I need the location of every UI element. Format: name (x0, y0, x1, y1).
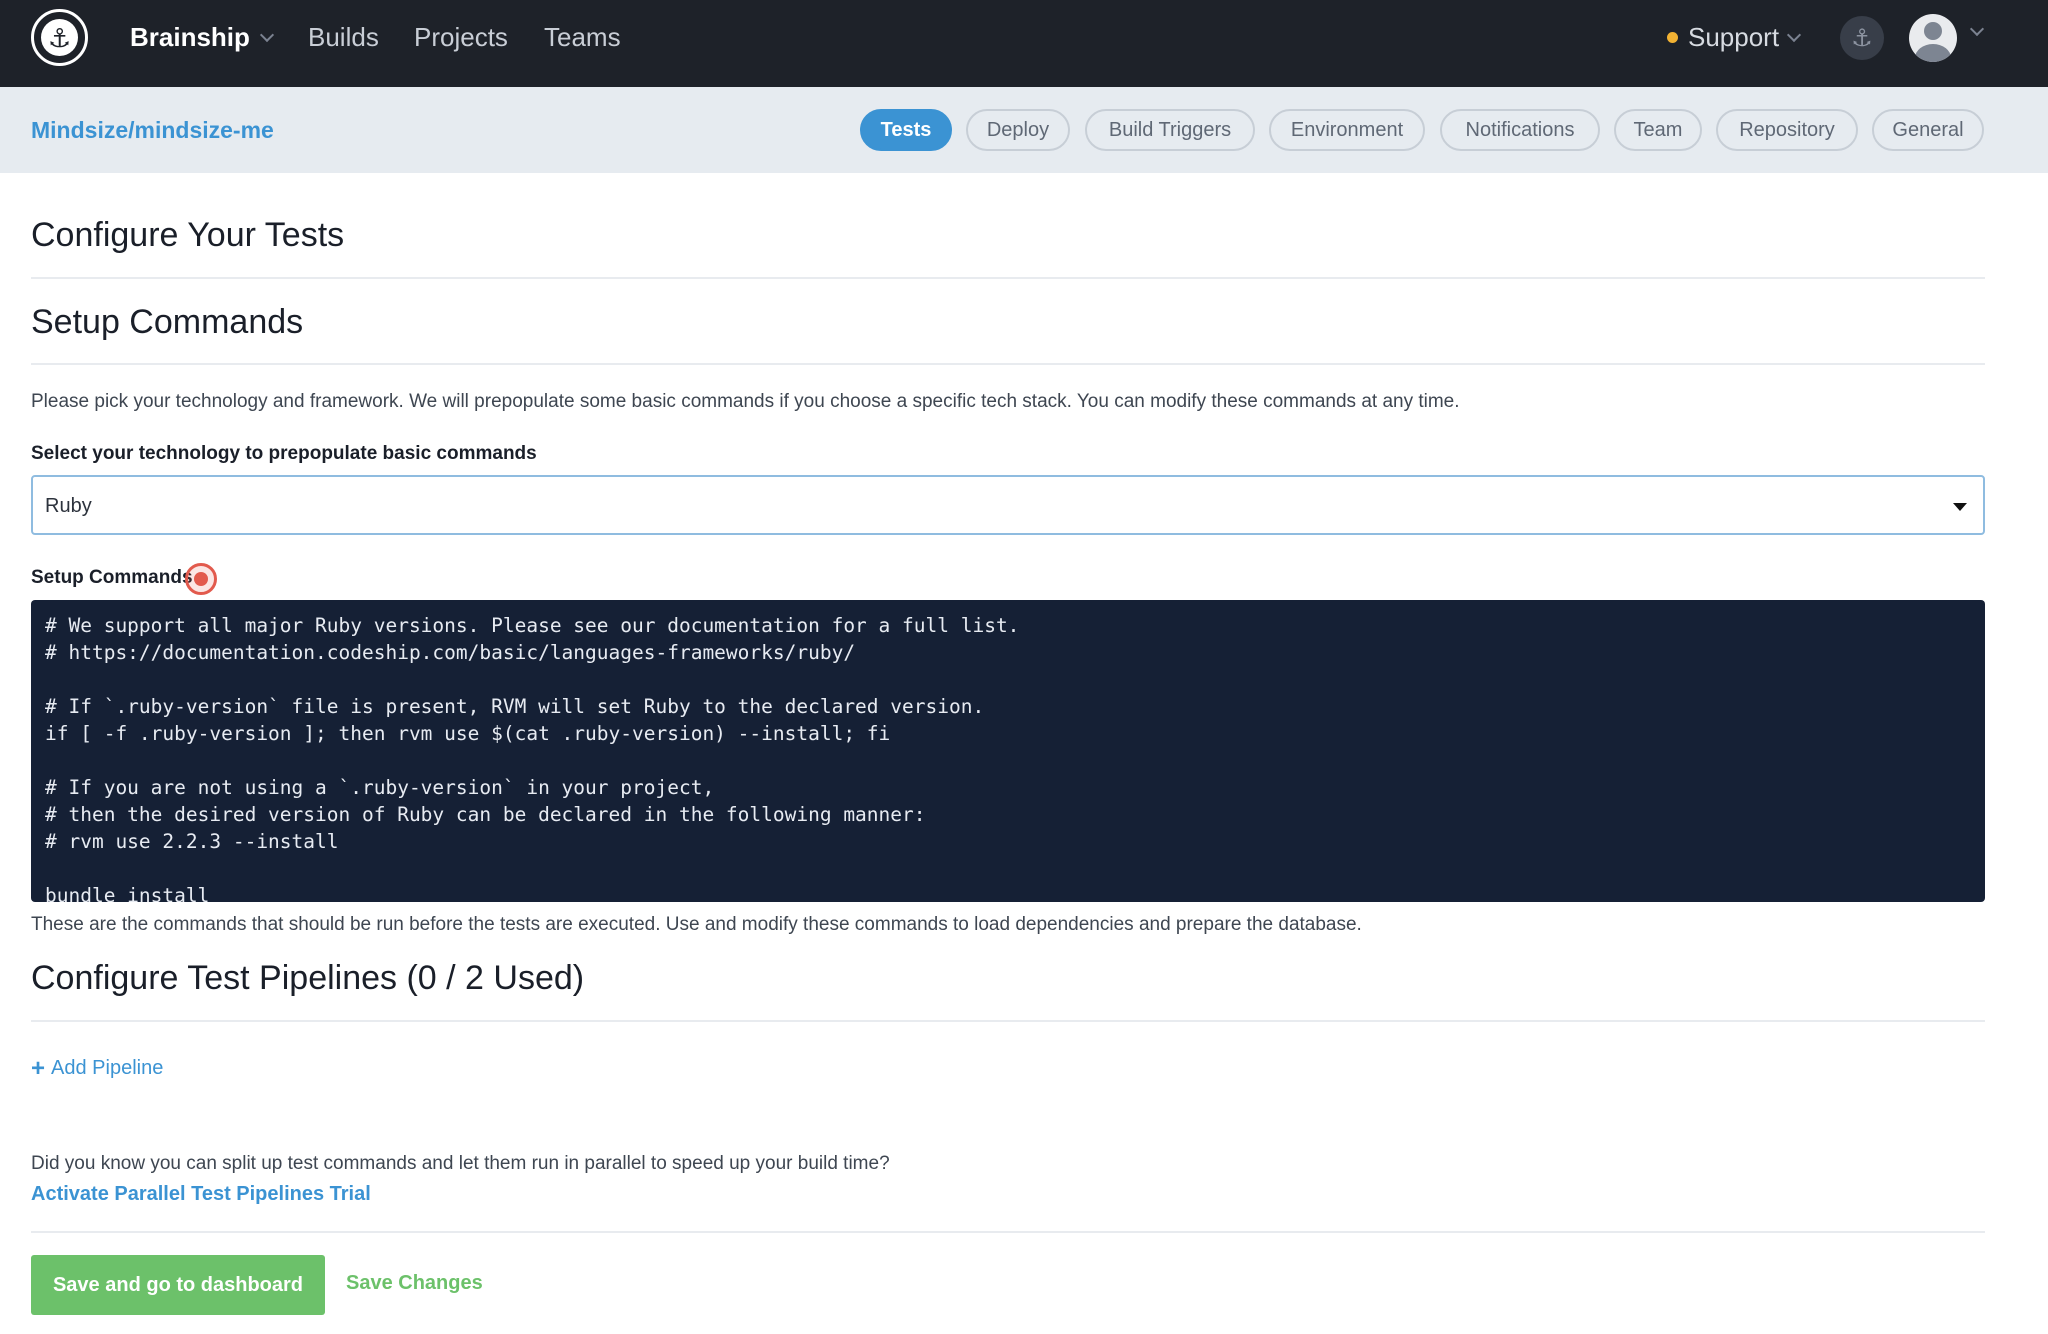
technology-select-value: Ruby (45, 495, 92, 517)
tab-environment[interactable]: Environment (1269, 109, 1425, 151)
technology-select-label: Select your technology to prepopulate ba… (31, 443, 537, 464)
setup-commands-help: These are the commands that should be ru… (31, 914, 1362, 935)
tab-tests[interactable]: Tests (860, 109, 952, 151)
avatar-body (1915, 44, 1951, 62)
avatar[interactable] (1909, 14, 1957, 62)
tab-notifications[interactable]: Notifications (1440, 109, 1600, 151)
divider (31, 277, 1985, 279)
code-line: # then the desired version of Ruby can b… (45, 803, 926, 826)
code-line: # If you are not using a `.ruby-version`… (45, 776, 715, 799)
add-pipeline-label: Add Pipeline (51, 1057, 164, 1079)
nav-teams[interactable]: Teams (544, 22, 621, 53)
code-line: if [ -f .ruby-version ]; then rvm use $(… (45, 722, 891, 745)
tab-team[interactable]: Team (1614, 109, 1702, 151)
repo-link[interactable]: Mindsize/mindsize-me (31, 117, 274, 144)
divider (31, 1020, 1985, 1022)
tab-repository[interactable]: Repository (1716, 109, 1858, 151)
add-pipeline-link[interactable]: + Add Pipeline (31, 1054, 164, 1082)
divider (31, 1231, 1985, 1233)
record-indicator-icon (185, 563, 217, 595)
setup-commands-editor[interactable]: # We support all major Ruby versions. Pl… (31, 600, 1985, 902)
code-line: bundle install (45, 884, 210, 902)
top-navbar: ⚓ Brainship Builds Projects Teams Suppor… (0, 0, 2048, 87)
project-subbar: Mindsize/mindsize-me Tests Deploy Build … (0, 87, 2048, 173)
nav-projects[interactable]: Projects (414, 22, 508, 53)
test-pipelines-heading: Configure Test Pipelines (0 / 2 Used) (31, 959, 585, 997)
chevron-down-icon[interactable] (1969, 21, 1985, 37)
avatar-head (1924, 22, 1942, 40)
setup-description: Please pick your technology and framewor… (31, 391, 1460, 412)
divider (31, 363, 1985, 365)
code-line: # We support all major Ruby versions. Pl… (45, 614, 1020, 637)
chevron-down-icon (259, 27, 274, 42)
save-and-go-to-dashboard-button[interactable]: Save and go to dashboard (31, 1255, 325, 1315)
nav-builds[interactable]: Builds (308, 22, 379, 53)
save-changes-button[interactable]: Save Changes (346, 1272, 483, 1295)
parallel-tip: Did you know you can split up test comma… (31, 1153, 890, 1174)
activate-trial-link[interactable]: Activate Parallel Test Pipelines Trial (31, 1183, 371, 1206)
support-label: Support (1688, 22, 1780, 52)
page-title: Configure Your Tests (31, 216, 345, 254)
anchor-icon-button[interactable]: ⚓ (1840, 16, 1884, 60)
tab-build-triggers[interactable]: Build Triggers (1085, 109, 1255, 151)
status-dot-icon (1667, 32, 1678, 43)
code-line: # rvm use 2.2.3 --install (45, 830, 339, 853)
code-line: # https://documentation.codeship.com/bas… (45, 641, 856, 664)
brand-logo-icon[interactable]: ⚓ (31, 9, 88, 66)
technology-select[interactable]: Ruby (31, 475, 1985, 535)
anchor-icon: ⚓ (41, 19, 78, 56)
setup-commands-heading: Setup Commands (31, 303, 304, 341)
tab-deploy[interactable]: Deploy (966, 109, 1070, 151)
caret-down-icon (1953, 503, 1967, 511)
support-menu[interactable]: Support (1667, 22, 1802, 53)
chevron-down-icon (1787, 27, 1802, 42)
plus-icon: + (31, 1054, 46, 1082)
tab-general[interactable]: General (1872, 109, 1984, 151)
code-line: # If `.ruby-version` file is present, RV… (45, 695, 985, 718)
brand-name: Brainship (130, 22, 250, 52)
org-switcher[interactable]: Brainship (130, 22, 274, 53)
setup-commands-label: Setup Commands (31, 567, 193, 588)
